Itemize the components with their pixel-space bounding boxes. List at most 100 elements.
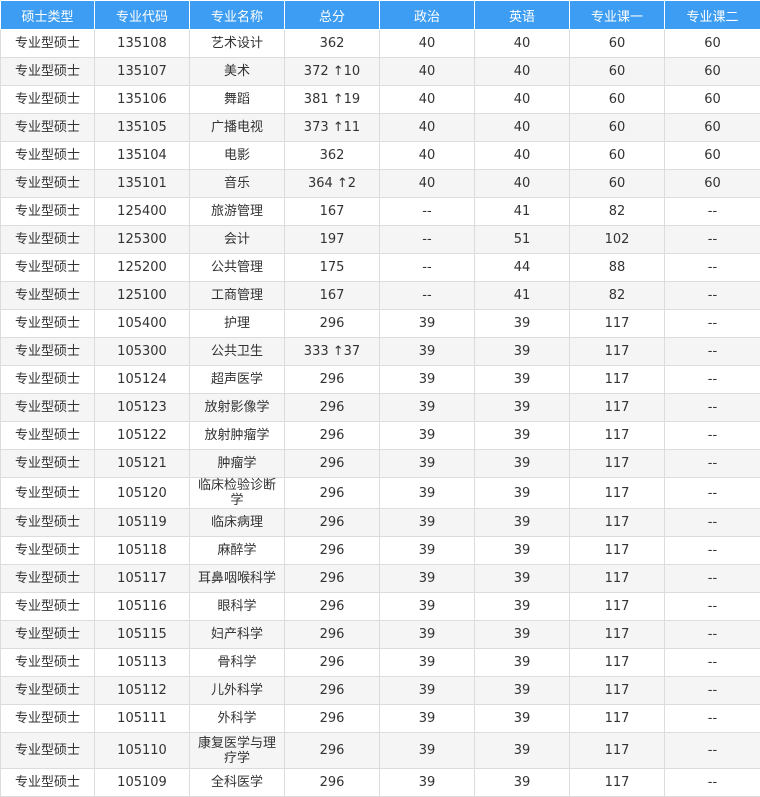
table-row: 专业型硕士125100工商管理167--4182--: [1, 282, 760, 310]
major-name-cell: 电影: [190, 142, 285, 170]
major-name-cell: 骨科学: [190, 649, 285, 677]
major-course-1-cell: 117: [570, 310, 665, 338]
major-code-cell: 125100: [95, 282, 190, 310]
major-code-cell: 125300: [95, 226, 190, 254]
politics-cell: 39: [380, 537, 475, 565]
header-degree-type: 硕士类型: [1, 1, 95, 30]
degree-type-cell: 专业型硕士: [1, 170, 95, 198]
header-major-code: 专业代码: [95, 1, 190, 30]
degree-type-cell: 专业型硕士: [1, 114, 95, 142]
major-course-2-cell: --: [665, 621, 760, 649]
major-course-1-cell: 88: [570, 254, 665, 282]
english-cell: 41: [475, 198, 570, 226]
politics-cell: 39: [380, 478, 475, 509]
major-course-2-cell: --: [665, 254, 760, 282]
politics-cell: 39: [380, 394, 475, 422]
major-course-1-cell: 82: [570, 198, 665, 226]
politics-cell: 40: [380, 30, 475, 58]
total-score-cell: 167: [285, 282, 380, 310]
politics-cell: 40: [380, 170, 475, 198]
degree-type-cell: 专业型硕士: [1, 282, 95, 310]
header-politics: 政治: [380, 1, 475, 30]
major-course-2-cell: --: [665, 394, 760, 422]
table-row: 专业型硕士125400旅游管理167--4182--: [1, 198, 760, 226]
table-row: 专业型硕士105115妇产科学2963939117--: [1, 621, 760, 649]
table-row: 专业型硕士105120临床检验诊断学2963939117--: [1, 478, 760, 509]
total-score-cell: 373 ↑11: [285, 114, 380, 142]
major-code-cell: 105124: [95, 366, 190, 394]
major-name-cell: 临床检验诊断学: [190, 478, 285, 509]
politics-cell: 39: [380, 621, 475, 649]
total-score-cell: 296: [285, 621, 380, 649]
major-course-1-cell: 117: [570, 705, 665, 733]
english-cell: 39: [475, 593, 570, 621]
major-course-1-cell: 117: [570, 649, 665, 677]
degree-type-cell: 专业型硕士: [1, 254, 95, 282]
header-row: 硕士类型 专业代码 专业名称 总分 政治 英语 专业课一 专业课二: [1, 1, 760, 30]
major-code-cell: 135101: [95, 170, 190, 198]
degree-type-cell: 专业型硕士: [1, 142, 95, 170]
degree-type-cell: 专业型硕士: [1, 565, 95, 593]
table-row: 专业型硕士105300公共卫生333 ↑373939117--: [1, 338, 760, 366]
politics-cell: 39: [380, 366, 475, 394]
major-name-cell: 音乐: [190, 170, 285, 198]
english-cell: 40: [475, 58, 570, 86]
major-name-cell: 公共卫生: [190, 338, 285, 366]
total-score-cell: 381 ↑19: [285, 86, 380, 114]
total-score-cell: 296: [285, 537, 380, 565]
major-name-cell: 眼科学: [190, 593, 285, 621]
degree-type-cell: 专业型硕士: [1, 649, 95, 677]
table-row: 专业型硕士135104电影36240406060: [1, 142, 760, 170]
politics-cell: 39: [380, 677, 475, 705]
table-row: 专业型硕士105116眼科学2963939117--: [1, 593, 760, 621]
table-row: 专业型硕士105118麻醉学2963939117--: [1, 537, 760, 565]
major-course-2-cell: --: [665, 450, 760, 478]
table-row: 专业型硕士105117耳鼻咽喉科学2963939117--: [1, 565, 760, 593]
total-score-cell: 296: [285, 593, 380, 621]
politics-cell: 39: [380, 338, 475, 366]
major-name-cell: 康复医学与理疗学: [190, 733, 285, 769]
english-cell: 40: [475, 114, 570, 142]
total-score-cell: 296: [285, 677, 380, 705]
major-course-1-cell: 117: [570, 338, 665, 366]
english-cell: 40: [475, 170, 570, 198]
table-row: 专业型硕士105109全科医学2963939117--: [1, 769, 760, 797]
table-row: 专业型硕士135108艺术设计36240406060: [1, 30, 760, 58]
major-course-2-cell: 60: [665, 86, 760, 114]
major-name-cell: 公共管理: [190, 254, 285, 282]
politics-cell: 39: [380, 733, 475, 769]
major-course-1-cell: 117: [570, 565, 665, 593]
major-course-1-cell: 60: [570, 170, 665, 198]
major-course-1-cell: 117: [570, 450, 665, 478]
english-cell: 41: [475, 282, 570, 310]
major-name-cell: 放射肿瘤学: [190, 422, 285, 450]
english-cell: 39: [475, 649, 570, 677]
major-code-cell: 135108: [95, 30, 190, 58]
politics-cell: 39: [380, 649, 475, 677]
header-major-name: 专业名称: [190, 1, 285, 30]
major-course-1-cell: 117: [570, 366, 665, 394]
header-english: 英语: [475, 1, 570, 30]
politics-cell: 39: [380, 593, 475, 621]
major-course-2-cell: --: [665, 565, 760, 593]
degree-type-cell: 专业型硕士: [1, 677, 95, 705]
major-course-1-cell: 102: [570, 226, 665, 254]
major-code-cell: 125200: [95, 254, 190, 282]
major-name-cell: 耳鼻咽喉科学: [190, 565, 285, 593]
politics-cell: 39: [380, 422, 475, 450]
major-code-cell: 105300: [95, 338, 190, 366]
total-score-cell: 296: [285, 565, 380, 593]
major-code-cell: 105123: [95, 394, 190, 422]
table-row: 专业型硕士135101音乐364 ↑240406060: [1, 170, 760, 198]
major-course-2-cell: --: [665, 310, 760, 338]
major-course-1-cell: 60: [570, 30, 665, 58]
header-major-course-1: 专业课一: [570, 1, 665, 30]
major-code-cell: 135104: [95, 142, 190, 170]
table-row: 专业型硕士105124超声医学2963939117--: [1, 366, 760, 394]
major-course-2-cell: --: [665, 593, 760, 621]
english-cell: 39: [475, 733, 570, 769]
english-cell: 39: [475, 422, 570, 450]
major-course-2-cell: --: [665, 478, 760, 509]
english-cell: 40: [475, 30, 570, 58]
table-row: 专业型硕士105119临床病理2963939117--: [1, 509, 760, 537]
